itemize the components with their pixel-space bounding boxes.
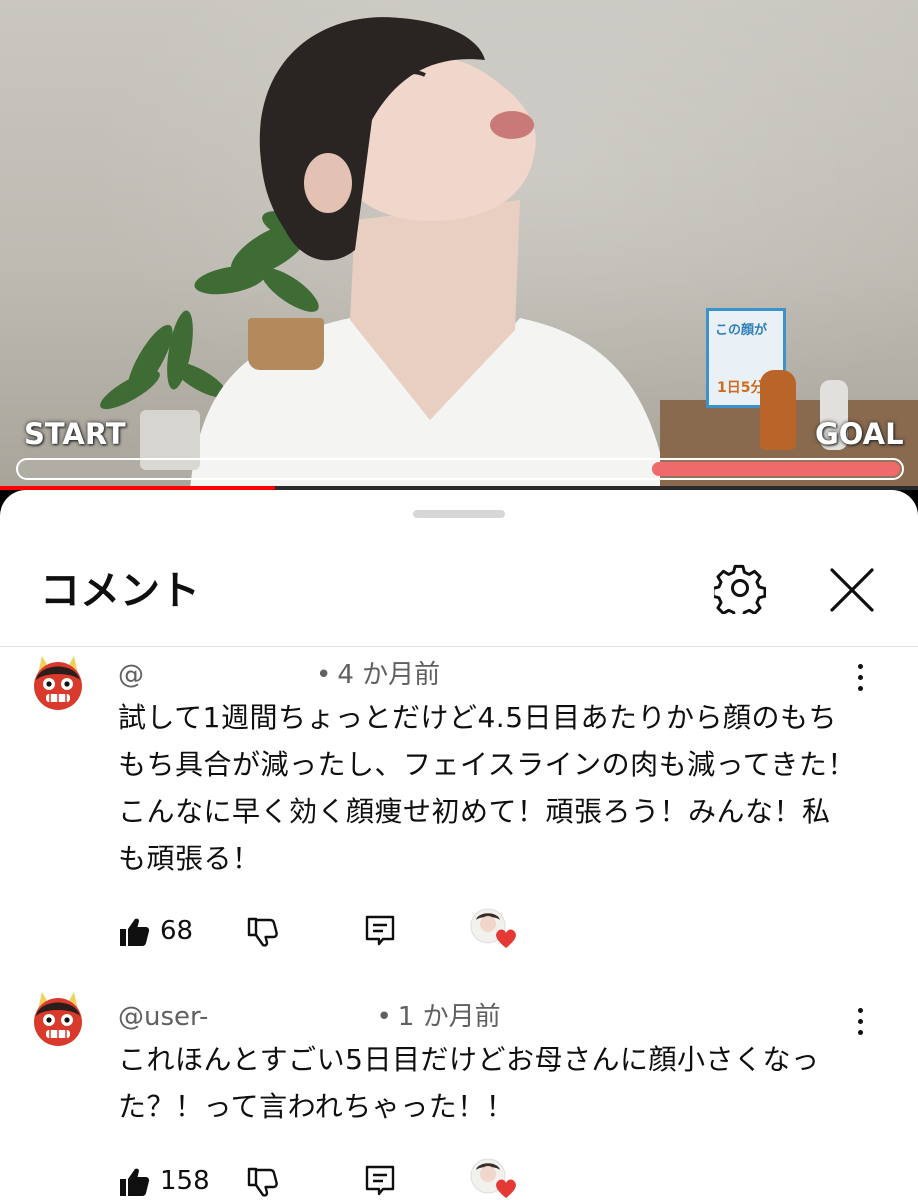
video-player[interactable]: この顔が 1日5分 START GOAL <box>0 0 918 490</box>
comment-time: 1 か月前 <box>397 1002 501 1032</box>
plant-pot <box>248 318 324 370</box>
giraffe-figurine <box>760 370 796 450</box>
book-number: 1日5分 <box>717 380 765 396</box>
overlay-progress-fill <box>652 462 900 476</box>
close-icon[interactable] <box>826 564 878 616</box>
comment-text: 試して1週間ちょっとだけど4.5日目あたりから顔のもちもち具合が減ったし、フェイ… <box>118 701 856 875</box>
comment-author[interactable]: @user- <box>118 1002 208 1032</box>
meta-separator: • <box>376 1002 392 1032</box>
thumbs-up-icon[interactable] <box>118 1166 150 1198</box>
comment-time: 4 か月前 <box>337 660 441 690</box>
avatar-oni-icon[interactable] <box>26 986 90 1050</box>
meta-separator: • <box>316 660 332 690</box>
comment-meta: @user- • 1 か月前 <box>118 996 501 1033</box>
overlay-start-label: START <box>24 417 126 451</box>
overlay-goal-label: GOAL <box>815 417 904 451</box>
comment-actions: 68 <box>118 908 818 954</box>
creator-heart-icon <box>470 1158 516 1198</box>
more-options-icon[interactable] <box>848 658 872 698</box>
thumbs-down-icon[interactable] <box>246 916 278 948</box>
gear-icon[interactable] <box>714 562 766 614</box>
like-count: 158 <box>160 1166 210 1196</box>
thumbs-up-icon[interactable] <box>118 916 150 948</box>
overlay-progress-bar <box>16 458 904 480</box>
sheet-drag-handle[interactable] <box>413 510 505 518</box>
comment-actions: 158 <box>118 1158 818 1200</box>
comment-meta: @ • 4 か月前 <box>118 654 440 691</box>
like-count: 68 <box>160 916 194 946</box>
thumbs-down-icon[interactable] <box>246 1166 278 1198</box>
comments-sheet: コメント @ • 4 か月前 試して1週間ちょっとだけど4.5日目あたりから顔のもち… <box>0 490 918 1200</box>
comment-author[interactable]: @ <box>118 660 144 690</box>
book-title: この顔が <box>715 323 768 338</box>
reply-icon[interactable] <box>364 914 396 948</box>
header-divider <box>0 646 918 647</box>
avatar-oni-icon[interactable] <box>26 650 90 714</box>
reply-icon[interactable] <box>364 1164 396 1198</box>
creator-heart-icon <box>470 908 516 948</box>
comments-title: コメント <box>40 568 200 614</box>
comment-text: これほんとすごい5日目だけどお母さんに顔小さくなった？！って言われちゃった！！ <box>118 1043 820 1123</box>
